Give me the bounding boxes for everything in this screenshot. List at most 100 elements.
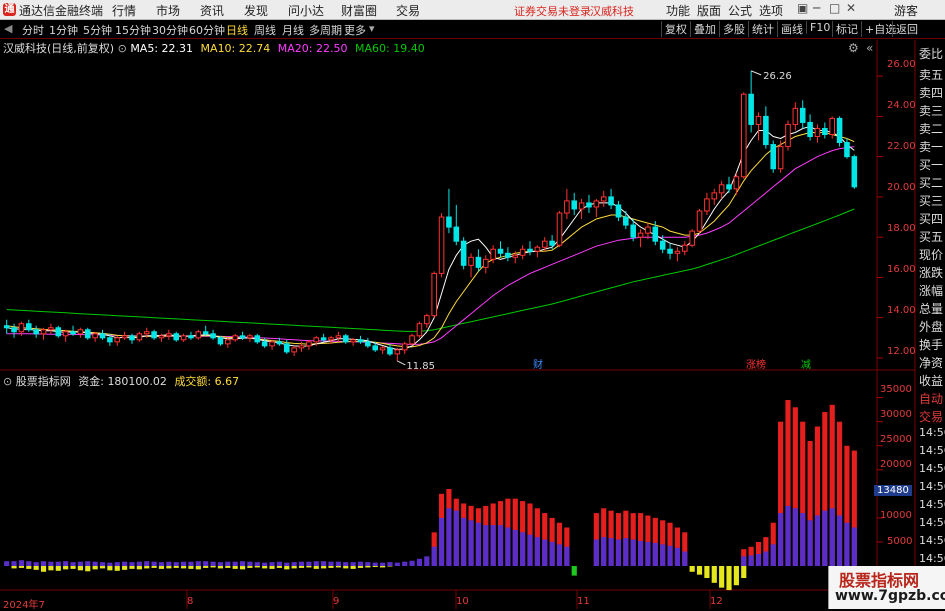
panel-time: 14:56 [919, 534, 945, 547]
candle-body [697, 211, 702, 231]
volume-bar-purple [78, 562, 83, 566]
volume-bar-purple [653, 543, 658, 566]
panel-weibi: 委比 [919, 45, 943, 62]
volume-bar-yellow [321, 566, 326, 568]
candle-body [845, 143, 850, 157]
volume-bar-purple [115, 562, 120, 566]
date-label: 8 [187, 596, 193, 607]
ma60-value: 19.40 [393, 42, 425, 55]
candle-body [196, 332, 201, 338]
candle-body [425, 316, 430, 324]
panel-trade[interactable]: 交易 [919, 408, 943, 425]
settings-gear-icon[interactable]: ⚙ [848, 41, 859, 55]
low-price-label: 11.85 [406, 361, 435, 372]
candle-body [447, 217, 452, 227]
candle-body [719, 185, 724, 193]
volume-bar-yellow [93, 566, 98, 569]
volume-bar-yellow [129, 566, 134, 569]
panel-sell1: 卖一 [919, 138, 943, 155]
volume-bar-purple [505, 528, 510, 566]
volume-bar-purple [675, 548, 680, 566]
panel-auto[interactable]: 自动 [919, 390, 943, 407]
amount-label: 成交额: [174, 375, 211, 388]
volume-bar-purple [763, 552, 768, 566]
indicator-settings-icon[interactable]: ⊙ [118, 42, 131, 55]
volume-bar-purple [85, 561, 90, 566]
volume-bar-yellow [704, 566, 709, 578]
candle-body [506, 253, 511, 257]
kline-chart[interactable]: 26.2611.85财涨榜减 [0, 0, 945, 609]
volume-bar-purple [4, 561, 9, 566]
price-tick: 14.00 [887, 305, 916, 316]
volume-bar-yellow [48, 566, 53, 570]
volume-bar-purple [321, 561, 326, 566]
volume-bar-purple [454, 511, 459, 566]
candle-body [351, 340, 356, 342]
candle-body [167, 334, 172, 336]
volume-bar-purple [247, 562, 252, 566]
candle-body [395, 350, 400, 354]
candle-body [491, 249, 496, 259]
candle-body [557, 213, 562, 245]
stock-title: 汉威科技(日线,前复权) [3, 42, 114, 55]
volume-bar-purple [830, 508, 835, 566]
price-tick: 22.00 [887, 141, 916, 152]
candle-body [646, 227, 651, 233]
volume-bar-yellow [719, 566, 724, 588]
chart-collapse-icon[interactable]: « [866, 41, 873, 55]
candle-body [366, 342, 371, 346]
candle-body [432, 273, 437, 315]
volume-bar-yellow [277, 566, 282, 568]
volume-bar-yellow [240, 566, 245, 569]
volume-bar-yellow [122, 566, 127, 570]
volume-bar-purple [815, 515, 820, 566]
volume-bar-purple [741, 556, 746, 566]
candle-body [12, 328, 17, 332]
volume-bar-yellow [269, 566, 274, 569]
volume-bar-purple [402, 562, 407, 566]
volume-tick: 35000 [880, 384, 912, 395]
ma10-line [7, 133, 855, 347]
candle-body [292, 348, 297, 352]
fund-value: 180100.02 [107, 375, 167, 388]
candle-body [778, 147, 783, 169]
candle-body [203, 332, 208, 334]
price-tick: 12.00 [887, 346, 916, 357]
candle-body [764, 116, 769, 144]
volume-bar-purple [667, 546, 672, 566]
volume-bar-purple [144, 561, 149, 566]
date-label: 11 [577, 596, 590, 607]
volume-bar-yellow [41, 566, 46, 572]
candle-body [535, 247, 540, 251]
volume-bar-yellow [225, 566, 230, 568]
candle-body [108, 338, 113, 342]
volume-bar-yellow [70, 566, 75, 569]
candle-body [343, 336, 348, 342]
volume-bar-yellow [292, 566, 297, 568]
candle-body [830, 118, 835, 134]
volume-bar-purple [255, 562, 260, 566]
indicator-toggle-icon[interactable]: ⊙ [3, 375, 16, 388]
volume-bar-yellow [328, 566, 333, 568]
volume-bar-yellow [144, 566, 149, 568]
volume-bar-purple [808, 520, 813, 566]
panel-buy4: 买四 [919, 210, 943, 227]
volume-bar-purple [550, 542, 555, 566]
volume-bar-purple [520, 532, 525, 566]
volume-bar-purple [535, 537, 540, 566]
ma20-value: 22.50 [316, 42, 348, 55]
volume-bar-yellow [11, 566, 16, 568]
volume-bar-purple [616, 540, 621, 566]
ma5-value: 22.31 [162, 42, 194, 55]
price-tick: 26.00 [887, 59, 916, 70]
volume-bar-purple [277, 562, 282, 566]
candle-body [181, 336, 186, 340]
volume-bar-purple [844, 523, 849, 566]
volume-bar-purple [601, 537, 606, 566]
volume-bar-purple [822, 511, 827, 566]
candle-body [358, 340, 363, 342]
panel-buy5: 买五 [919, 228, 943, 245]
candle-body [594, 201, 599, 207]
candle-body [49, 328, 54, 330]
panel-time: 14:56 [919, 552, 945, 565]
